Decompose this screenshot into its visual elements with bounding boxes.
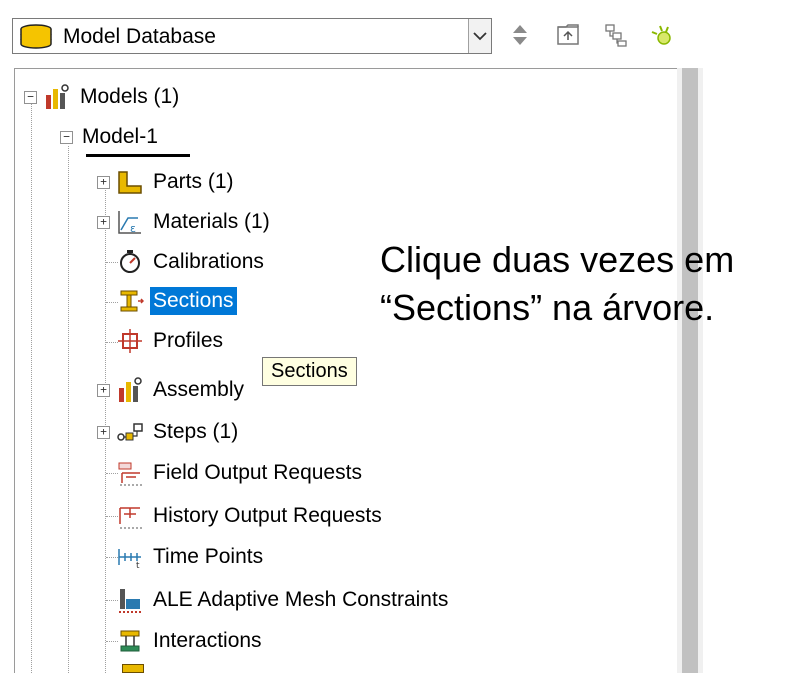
tree-guide-line [31, 104, 32, 673]
annotation-line-1: Clique duas vezes em [380, 239, 735, 280]
tree-node-field-output[interactable]: Field Output Requests [97, 455, 365, 491]
tree-node-time-points[interactable]: t Time Points [97, 539, 266, 575]
instruction-annotation: Clique duas vezes em “Sections” na árvor… [380, 236, 734, 332]
svg-text:t: t [136, 561, 140, 571]
tree-label-sections: Sections [150, 287, 237, 315]
dropdown-arrow-icon[interactable] [468, 19, 491, 53]
tree-label-field-output: Field Output Requests [153, 461, 362, 484]
tree-node-profiles[interactable]: Profiles [97, 323, 226, 359]
model-1-underline [86, 154, 190, 157]
tree-parent-icon[interactable] [555, 22, 581, 48]
tree-node-history-output[interactable]: History Output Requests [97, 498, 385, 534]
tree-label-parts: Parts (1) [153, 170, 234, 193]
tree-node-ale-mesh[interactable]: ALE Adaptive Mesh Constraints [97, 582, 451, 618]
tree-label-models: Models (1) [80, 85, 180, 108]
tree-guide-line [68, 146, 69, 673]
tree-node-steps[interactable]: + Steps (1) [97, 414, 241, 450]
expand-icon[interactable]: + [97, 425, 110, 439]
history-output-icon [119, 507, 142, 529]
tree-label-profiles: Profiles [153, 329, 224, 352]
tree-node-assembly[interactable]: + Assembly [97, 372, 247, 408]
tree-node-parts[interactable]: + Parts (1) [97, 164, 237, 200]
calibrations-icon [120, 250, 140, 273]
tree-label-model-1: Model-1 [82, 125, 158, 148]
sections-tooltip: Sections [262, 357, 357, 386]
profiles-icon [118, 329, 142, 353]
tree-expand-icon[interactable] [603, 22, 629, 48]
assembly-icon [119, 377, 142, 402]
database-icon [20, 24, 52, 49]
sort-updown-icon[interactable] [507, 22, 533, 48]
expand-icon[interactable]: + [97, 383, 110, 397]
interactions-icon [120, 630, 140, 652]
ale-mesh-icon [119, 589, 141, 613]
tree-node-interactions[interactable]: Interactions [97, 623, 265, 659]
time-points-icon: t [118, 549, 141, 571]
bulb-icon[interactable] [648, 22, 678, 48]
collapse-icon[interactable]: − [60, 130, 73, 144]
next-node-icon [122, 664, 144, 673]
steps-icon [117, 423, 143, 441]
tree-label-assembly: Assembly [153, 378, 245, 401]
tree-label-interactions: Interactions [153, 629, 262, 652]
vertical-scrollbar[interactable] [677, 68, 703, 673]
annotation-line-2: “Sections” na árvore. [380, 287, 715, 328]
field-output-icon [118, 462, 142, 486]
materials-icon: ε [118, 211, 141, 235]
tree-node-model-1[interactable]: − Model-1 [60, 119, 161, 155]
svg-text:ε: ε [130, 222, 136, 235]
tree-label-calibrations: Calibrations [153, 250, 264, 273]
tree-node-models[interactable]: − Models (1) [24, 79, 182, 115]
database-select[interactable]: Model Database [12, 18, 492, 54]
tree-label-time-points: Time Points [153, 545, 264, 568]
sections-icon [120, 290, 144, 312]
tree-label-steps: Steps (1) [153, 420, 239, 443]
tree-node-sections[interactable]: Sections [97, 283, 237, 319]
model-tree-toolbar: Model Database [0, 0, 794, 70]
tree-label-ale-mesh: ALE Adaptive Mesh Constraints [153, 588, 449, 611]
collapse-icon[interactable]: − [24, 90, 37, 104]
expand-icon[interactable]: + [97, 215, 110, 229]
tree-node-materials[interactable]: + ε Materials (1) [97, 204, 273, 240]
tree-label-materials: Materials (1) [153, 210, 270, 233]
expand-icon[interactable]: + [97, 175, 110, 189]
parts-icon [118, 171, 142, 194]
scrollbar-thumb[interactable] [682, 68, 698, 673]
tree-node-calibrations[interactable]: Calibrations [97, 244, 267, 280]
models-icon [46, 84, 69, 109]
database-select-label: Model Database [63, 25, 216, 48]
tree-label-history-output: History Output Requests [153, 504, 382, 527]
